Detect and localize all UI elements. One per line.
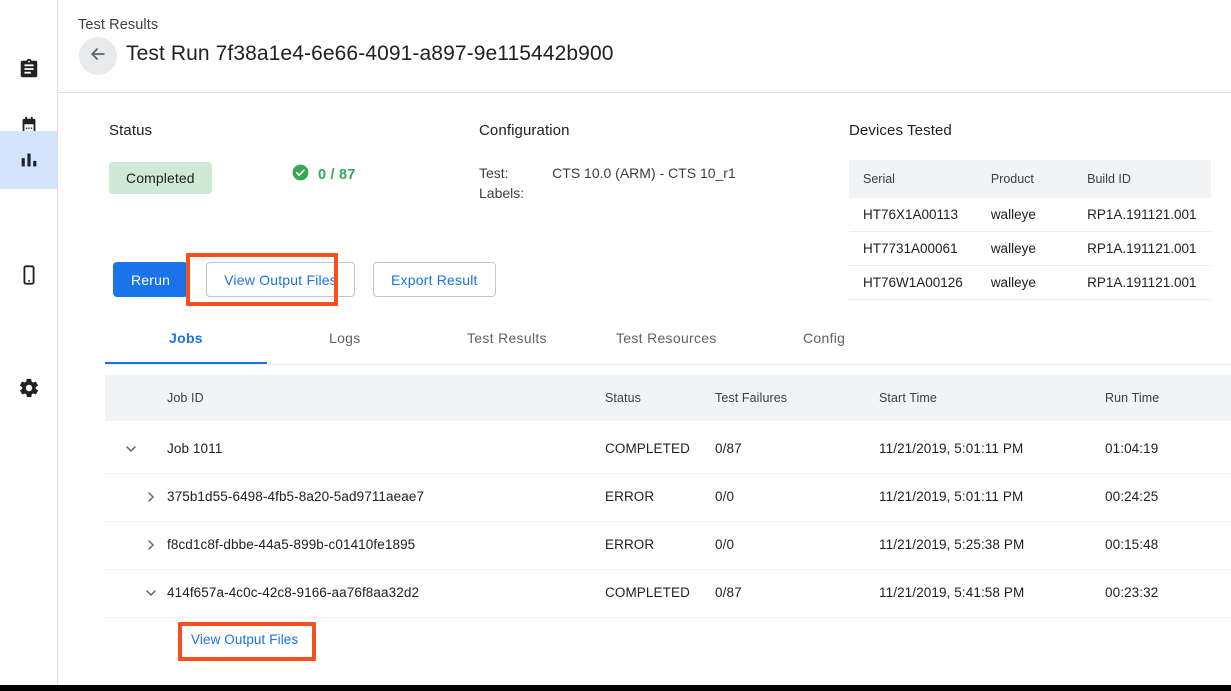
device-product: walleye: [991, 232, 1087, 266]
table-row[interactable]: HT76W1A00126 walleye RP1A.191121.001: [849, 266, 1211, 300]
job-failures: 0/0: [715, 489, 734, 504]
table-row[interactable]: 414f657a-4c0c-42c8-9166-aa76f8aa32d2 COM…: [105, 569, 1231, 618]
table-row[interactable]: f8cd1c8f-dbbe-44a5-899b-c01410fe1895 ERR…: [105, 521, 1231, 570]
table-row[interactable]: HT7731A00061 walleye RP1A.191121.001: [849, 232, 1211, 266]
devices-col-product: Product: [991, 160, 1087, 198]
clipboard-icon: [18, 58, 40, 80]
left-nav-rail: [0, 0, 58, 691]
device-serial: HT76W1A00126: [849, 266, 991, 300]
device-serial: HT7731A00061: [849, 232, 991, 266]
job-start-time: 11/21/2019, 5:25:38 PM: [879, 537, 1024, 552]
job-id: 414f657a-4c0c-42c8-9166-aa76f8aa32d2: [167, 585, 419, 600]
tab-test-resources[interactable]: Test Resources: [616, 330, 717, 346]
devices-col-serial: Serial: [849, 160, 991, 198]
configuration-list: Test: CTS 10.0 (ARM) - CTS 10_r1 Labels:: [479, 163, 736, 203]
job-failures: 0/87: [715, 441, 742, 456]
chevron-down-icon[interactable]: [121, 439, 141, 459]
sidebar-item-results[interactable]: [0, 131, 58, 189]
device-serial: HT76X1A00113: [849, 198, 991, 232]
tab-jobs[interactable]: Jobs: [169, 330, 203, 346]
job-status: COMPLETED: [605, 585, 690, 600]
table-row[interactable]: 375b1d55-6498-4fb5-8a20-5ad9711aeae7 ERR…: [105, 473, 1231, 522]
config-value-labels: [552, 183, 736, 203]
bar-chart-icon: [18, 149, 40, 171]
config-key-test: Test:: [479, 163, 552, 183]
sidebar-item-test-runs[interactable]: [0, 40, 58, 98]
jobs-col-run-time: Run Time: [1105, 391, 1159, 405]
page-title: Test Run 7f38a1e4-6e66-4091-a897-9e11544…: [126, 42, 614, 66]
config-row: Test: CTS 10.0 (ARM) - CTS 10_r1: [479, 163, 736, 183]
device-build-id: RP1A.191121.001: [1087, 198, 1211, 232]
chevron-right-icon[interactable]: [141, 535, 161, 555]
jobs-col-job-id: Job ID: [167, 391, 204, 405]
job-failures: 0/87: [715, 585, 742, 600]
device-product: walleye: [991, 198, 1087, 232]
job-status: ERROR: [605, 537, 654, 552]
back-button[interactable]: [79, 37, 117, 75]
jobs-col-test-failures: Test Failures: [715, 391, 787, 405]
config-key-labels: Labels:: [479, 183, 552, 203]
action-button-row: Rerun View Output Files Export Result: [113, 262, 496, 297]
breadcrumb[interactable]: Test Results: [78, 17, 158, 33]
chevron-right-icon[interactable]: [141, 487, 161, 507]
config-value-test: CTS 10.0 (ARM) - CTS 10_r1: [552, 163, 736, 183]
jobs-table-header: Job ID Status Test Failures Start Time R…: [105, 375, 1231, 421]
view-output-files-link[interactable]: View Output Files: [191, 632, 298, 647]
tab-divider: [105, 364, 1231, 365]
tab-test-results[interactable]: Test Results: [467, 330, 547, 346]
job-run-time: 01:04:19: [1105, 441, 1158, 456]
job-status: COMPLETED: [605, 441, 690, 456]
job-id: Job 1011: [167, 441, 222, 456]
export-result-button[interactable]: Export Result: [373, 262, 496, 297]
sidebar-item-devices[interactable]: [0, 246, 58, 304]
job-status: ERROR: [605, 489, 654, 504]
devices-header-row: Serial Product Build ID: [849, 160, 1211, 198]
device-build-id: RP1A.191121.001: [1087, 266, 1211, 300]
job-run-time: 00:24:25: [1105, 489, 1158, 504]
device-build-id: RP1A.191121.001: [1087, 232, 1211, 266]
tab-bar: Jobs Logs Test Results Test Resources Co…: [105, 330, 1231, 363]
tab-config[interactable]: Config: [803, 330, 845, 346]
table-row[interactable]: Job 1011 COMPLETED 0/87 11/21/2019, 5:01…: [105, 425, 1231, 474]
gear-icon: [18, 377, 40, 399]
sidebar-item-settings[interactable]: [0, 359, 58, 417]
job-start-time: 11/21/2019, 5:01:11 PM: [879, 441, 1023, 456]
bottom-bar: [0, 685, 1231, 691]
device-product: walleye: [991, 266, 1087, 300]
devices-col-build-id: Build ID: [1087, 160, 1211, 198]
jobs-col-status: Status: [605, 391, 641, 405]
chevron-down-icon[interactable]: [141, 583, 161, 603]
devices-section-title: Devices Tested: [849, 122, 952, 139]
table-row[interactable]: HT76X1A00113 walleye RP1A.191121.001: [849, 198, 1211, 232]
tab-logs[interactable]: Logs: [329, 330, 361, 346]
pass-ratio: 0 / 87: [291, 163, 355, 187]
job-run-time: 00:15:48: [1105, 537, 1158, 552]
view-output-files-button[interactable]: View Output Files: [206, 262, 355, 297]
jobs-col-start-time: Start Time: [879, 391, 937, 405]
job-id: 375b1d55-6498-4fb5-8a20-5ad9711aeae7: [167, 489, 424, 504]
job-id: f8cd1c8f-dbbe-44a5-899b-c01410fe1895: [167, 537, 415, 552]
pass-count-text: 0 / 87: [318, 167, 355, 183]
status-badge: Completed: [109, 162, 212, 194]
rerun-button[interactable]: Rerun: [113, 262, 188, 297]
job-output-link-row: View Output Files: [105, 617, 1231, 665]
test-run-details-page: Test Results Test Run 7f38a1e4-6e66-4091…: [0, 0, 1231, 691]
configuration-section-title: Configuration: [479, 122, 570, 139]
status-section-title: Status: [109, 122, 152, 139]
job-start-time: 11/21/2019, 5:41:58 PM: [879, 585, 1024, 600]
device-icon: [18, 264, 40, 286]
job-start-time: 11/21/2019, 5:01:11 PM: [879, 489, 1023, 504]
check-circle-icon: [291, 163, 310, 187]
devices-tested-table: Serial Product Build ID HT76X1A00113 wal…: [849, 160, 1211, 300]
arrow-left-icon: [88, 44, 108, 69]
page-header: Test Results Test Run 7f38a1e4-6e66-4091…: [58, 0, 1231, 93]
job-failures: 0/0: [715, 537, 734, 552]
job-run-time: 00:23:32: [1105, 585, 1158, 600]
config-row: Labels:: [479, 183, 736, 203]
